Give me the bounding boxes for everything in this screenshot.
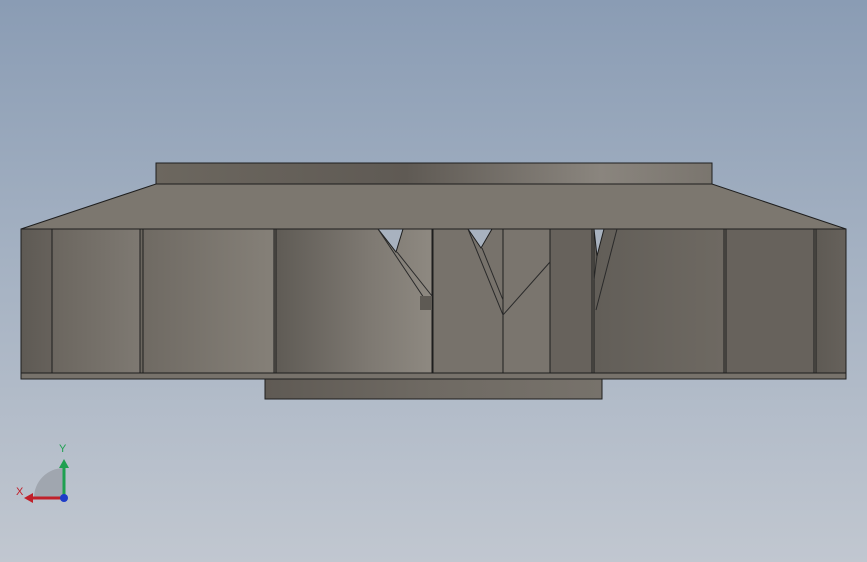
bottom-rim [20, 372, 847, 380]
y-axis-arrow [59, 459, 69, 468]
panel-3 [275, 228, 433, 374]
y-axis-label: Y [59, 443, 67, 455]
orientation-triad: Y X [10, 438, 80, 513]
panel-4 [432, 228, 504, 374]
panel-6 [549, 228, 593, 374]
panel-8 [725, 228, 815, 374]
top-hub [155, 162, 713, 185]
panel-right-edge [815, 228, 847, 374]
shroud-cone [20, 183, 847, 230]
z-axis-dot [60, 494, 68, 502]
bottom-hub [264, 378, 603, 400]
panel-1 [51, 228, 141, 374]
panel-left-edge [20, 228, 53, 374]
triad-plane [34, 468, 64, 498]
triad-graphic [24, 459, 69, 503]
panel-7 [593, 228, 725, 374]
panel-2 [142, 228, 275, 374]
impeller-model[interactable] [0, 0, 867, 562]
blade-slot [420, 296, 432, 310]
x-axis-label: X [16, 486, 24, 498]
panel-5 [502, 228, 551, 374]
x-axis-arrow [24, 493, 33, 503]
graphics-viewport[interactable]: Y X [0, 0, 867, 562]
